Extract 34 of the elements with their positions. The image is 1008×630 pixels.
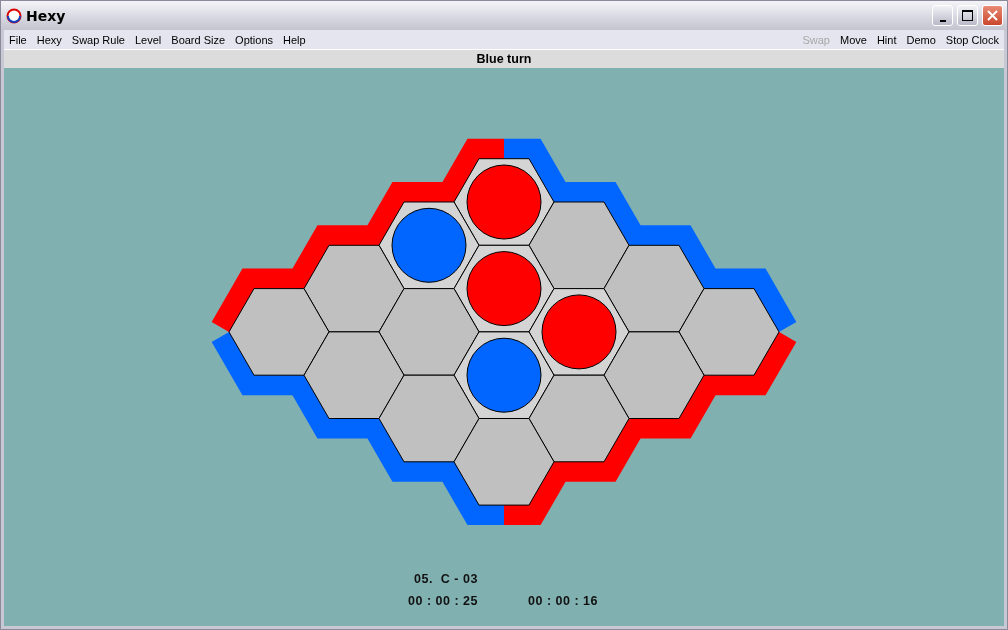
window-title: Hexy [26, 7, 67, 24]
hex-cell[interactable] [378, 374, 480, 463]
player-clock: 00 : 00 : 25 [408, 594, 479, 608]
menu-item[interactable]: Hexy [31, 33, 67, 46]
player-clock: 00 : 00 : 16 [528, 594, 599, 608]
hex-cell[interactable] [303, 244, 405, 333]
app-logo-icon [6, 7, 22, 24]
menu-item[interactable]: Level [130, 33, 167, 46]
maximize-icon [962, 10, 973, 21]
close-icon [987, 10, 998, 21]
minimize-icon [939, 19, 946, 22]
menu-item[interactable]: File [4, 33, 32, 46]
hex-cell[interactable] [453, 418, 555, 506]
menu-action[interactable]: Demo [901, 33, 941, 46]
maximize-button[interactable] [957, 5, 978, 26]
hex-cell[interactable] [528, 374, 630, 463]
close-button[interactable] [982, 5, 1003, 26]
minimize-button[interactable] [932, 5, 953, 26]
menu-item[interactable]: Help [278, 33, 311, 46]
menu-item[interactable]: Board Size [166, 33, 231, 46]
hex-cell[interactable] [603, 244, 705, 333]
menu-action[interactable]: Hint [871, 33, 902, 46]
turn-status: Blue turn [476, 52, 532, 66]
hex-cell[interactable] [678, 288, 780, 376]
menu-item[interactable]: Options [230, 33, 279, 46]
menu-action[interactable]: Stop Clock [940, 33, 1004, 46]
menu-item[interactable]: Swap Rule [66, 33, 130, 46]
menu-action[interactable]: Move [835, 33, 872, 46]
hex-cell[interactable] [528, 201, 630, 290]
hex-cell[interactable] [303, 331, 405, 419]
last-move: 05. C - 03 [413, 572, 479, 586]
hex-cell[interactable] [378, 288, 480, 376]
hex-cell[interactable] [603, 331, 705, 419]
hex-cell[interactable] [228, 288, 330, 376]
